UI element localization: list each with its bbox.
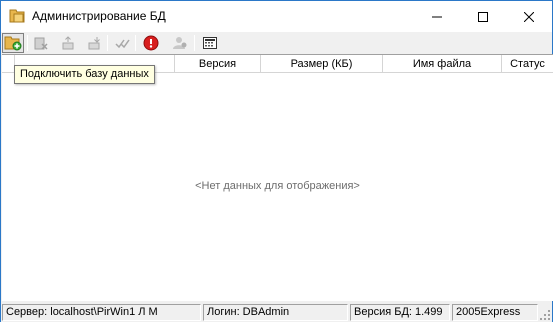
connect-database-button[interactable] <box>2 33 24 53</box>
maximize-button[interactable] <box>460 1 506 32</box>
restore-database-icon <box>88 37 100 50</box>
close-icon <box>524 11 534 22</box>
empty-table-message: <Нет данных для отображения> <box>195 180 360 192</box>
status-server: Сервер: localhost\PirWin1 Л М <box>2 304 201 321</box>
toolbar-separator <box>107 35 108 51</box>
settings-button[interactable] <box>199 33 221 53</box>
toolbar-separator <box>135 35 136 51</box>
status-edition: 2005Express <box>452 304 538 321</box>
backup-database-button[interactable] <box>57 33 79 53</box>
check-database-button[interactable] <box>111 33 133 53</box>
check-database-icon <box>115 39 130 49</box>
maximize-icon <box>478 11 488 22</box>
databases-table[interactable]: Версия Размер (КБ) Имя файла Статус <Нет… <box>2 54 553 301</box>
settings-icon <box>203 37 217 49</box>
window-title: Администрирование БД <box>32 9 166 23</box>
status-db-version: Версия БД: 1.499 <box>350 304 450 321</box>
connect-database-icon <box>4 36 22 51</box>
disconnect-database-icon <box>34 37 48 50</box>
restore-database-button[interactable] <box>83 33 105 53</box>
users-icon <box>173 37 187 49</box>
column-header-version[interactable]: Версия <box>175 55 261 73</box>
title-bar[interactable]: Администрирование БД <box>1 1 552 32</box>
toolbar-separator <box>194 35 195 51</box>
status-login: Логин: DBAdmin <box>203 304 348 321</box>
stop-server-button[interactable] <box>140 33 162 53</box>
disconnect-database-button[interactable] <box>30 33 52 53</box>
minimize-button[interactable] <box>414 1 460 32</box>
toolbar-separator <box>27 35 28 51</box>
main-window: Администрирование БД Версия Размер (КБ) … <box>0 0 553 322</box>
toolbar <box>1 32 552 54</box>
minimize-icon <box>432 16 442 17</box>
resize-grip-icon[interactable] <box>539 309 551 321</box>
column-header-size[interactable]: Размер (КБ) <box>261 55 383 73</box>
column-header-status[interactable]: Статус <box>502 55 553 73</box>
users-button[interactable] <box>169 33 191 53</box>
close-button[interactable] <box>506 1 552 32</box>
stop-server-icon <box>143 35 159 51</box>
app-database-icon <box>9 8 25 24</box>
tooltip: Подключить базу данных <box>14 65 155 84</box>
status-bar: Сервер: localhost\PirWin1 Л М Логин: DBA… <box>1 302 552 322</box>
backup-database-icon <box>62 36 74 50</box>
column-header-filename[interactable]: Имя файла <box>383 55 502 73</box>
